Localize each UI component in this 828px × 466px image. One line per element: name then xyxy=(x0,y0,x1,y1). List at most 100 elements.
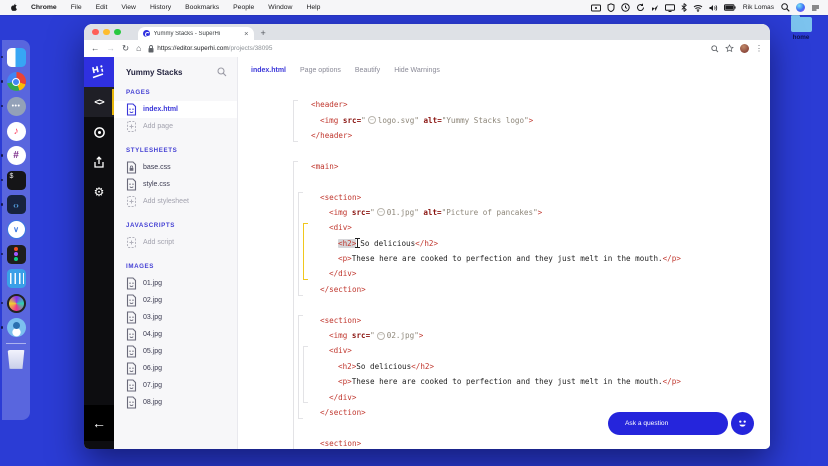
bookmark-star-icon[interactable] xyxy=(724,44,734,53)
code-line: <p> These here are cooked to perfection a… xyxy=(238,251,770,266)
search-icon[interactable] xyxy=(217,67,227,77)
traffic-lights xyxy=(84,24,128,40)
close-window-button[interactable] xyxy=(92,28,99,36)
tab-hide-warnings[interactable]: Hide Warnings xyxy=(394,67,440,74)
menu-item-bookmarks[interactable]: Bookmarks xyxy=(178,4,226,11)
profile-avatar[interactable] xyxy=(739,43,749,54)
clock-icon[interactable] xyxy=(621,3,630,12)
apple-icon[interactable] xyxy=(10,3,18,12)
dock-messages-icon[interactable]: ••• xyxy=(0,96,26,116)
dock-finder-icon[interactable] xyxy=(0,47,26,67)
running-indicator xyxy=(0,326,3,329)
file-item-base.css[interactable]: base.css xyxy=(114,159,237,176)
asset-chip-icon[interactable]: − xyxy=(376,331,385,340)
tab-title: Yummy Stacks - SuperHi xyxy=(153,30,221,37)
publish-button[interactable] xyxy=(84,147,114,177)
figma-dot xyxy=(13,256,19,261)
add-button-add-page[interactable]: Add page xyxy=(114,118,237,135)
menu-item-window[interactable]: Window xyxy=(261,4,299,11)
tab-beautify[interactable]: Beautify xyxy=(355,67,380,74)
menu-item-help[interactable]: Help xyxy=(299,4,327,11)
file-item-07.jpg[interactable]: 07.jpg xyxy=(114,377,237,394)
add-button-add-script[interactable]: Add script xyxy=(114,234,237,251)
home-icon[interactable]: ⌂ xyxy=(136,44,141,53)
back-icon[interactable]: ← xyxy=(91,44,100,53)
asset-chip-name: 01.jpg xyxy=(386,207,415,217)
code-segment: These here are cooked to perfection and … xyxy=(351,377,663,387)
code-view-button[interactable]: <> xyxy=(84,87,114,117)
minimize-window-button[interactable] xyxy=(103,28,110,36)
browser-tab[interactable]: Yummy Stacks - SuperHi × xyxy=(137,27,254,40)
reload-icon[interactable]: ↻ xyxy=(122,44,129,53)
notification-center-icon[interactable] xyxy=(811,4,820,12)
add-file-icon xyxy=(126,120,137,133)
forward-icon[interactable]: → xyxy=(107,44,116,53)
doc-file-icon xyxy=(126,178,137,191)
ask-question-button[interactable]: Ask a question xyxy=(608,412,728,435)
sync-icon[interactable] xyxy=(636,3,645,12)
dock-vscode-icon[interactable]: ‹› xyxy=(0,195,26,215)
screen-mirror-icon[interactable] xyxy=(590,4,601,12)
spotlight-icon[interactable] xyxy=(781,3,790,12)
file-item-style.css[interactable]: style.css xyxy=(114,176,237,193)
dock-intercom-icon[interactable] xyxy=(6,269,26,289)
wifi-icon[interactable] xyxy=(693,4,703,12)
zoom-window-button[interactable] xyxy=(114,28,121,36)
tab-index.html[interactable]: index.html xyxy=(251,67,286,74)
settings-button[interactable]: ⚙ xyxy=(84,177,114,207)
asset-chip-name: logo.svg xyxy=(377,115,415,125)
back-to-dashboard-button[interactable]: ← xyxy=(84,405,114,441)
dock-terminal-icon[interactable]: $ xyxy=(0,170,26,190)
dock-music-icon[interactable]: ♪ xyxy=(6,121,26,141)
address-bar[interactable]: https://editor.superhi.com/projects/3809… xyxy=(148,44,703,53)
menu-bar-right: Rik Lomas xyxy=(590,3,828,12)
location-icon[interactable] xyxy=(651,4,659,12)
asset-chip-icon[interactable]: − xyxy=(376,208,385,217)
dock-trash-icon[interactable] xyxy=(7,349,26,369)
new-tab-button[interactable]: + xyxy=(261,29,266,38)
browser-menu-icon[interactable]: ⋮ xyxy=(755,44,763,53)
file-item-04.jpg[interactable]: 04.jpg xyxy=(114,326,237,343)
code-segment: <header> xyxy=(311,100,348,110)
dock-screenflow-icon[interactable] xyxy=(0,293,26,313)
code-segment: "Yummy Stacks logo" xyxy=(441,115,529,125)
menu-item-chrome[interactable]: Chrome xyxy=(24,4,64,11)
superhi-logo[interactable] xyxy=(84,57,114,87)
browser-window: Yummy Stacks - SuperHi × + ← → ↻ ⌂ https… xyxy=(84,24,770,449)
file-item-08.jpg[interactable]: 08.jpg xyxy=(114,394,237,411)
shield-icon[interactable] xyxy=(607,3,615,12)
dock-figma-icon[interactable] xyxy=(0,244,26,264)
file-item-03.jpg[interactable]: 03.jpg xyxy=(114,309,237,326)
battery-icon[interactable] xyxy=(723,4,736,11)
chat-smiley-button[interactable] xyxy=(731,412,754,435)
file-item-06.jpg[interactable]: 06.jpg xyxy=(114,360,237,377)
bluetooth-icon[interactable] xyxy=(681,3,687,12)
menu-item-edit[interactable]: Edit xyxy=(89,4,115,11)
asset-chip-icon[interactable]: − xyxy=(367,116,376,125)
file-item-01.jpg[interactable]: 01.jpg xyxy=(114,275,237,292)
file-item-05.jpg[interactable]: 05.jpg xyxy=(114,343,237,360)
menu-item-people[interactable]: People xyxy=(226,4,261,11)
dock-chrome-icon[interactable] xyxy=(0,72,26,92)
file-item-02.jpg[interactable]: 02.jpg xyxy=(114,292,237,309)
volume-icon[interactable] xyxy=(709,4,718,12)
menu-item-history[interactable]: History xyxy=(143,4,178,11)
tab-page-options[interactable]: Page options xyxy=(300,67,341,74)
home-folder[interactable]: home xyxy=(788,15,814,41)
doc-file-icon xyxy=(126,396,137,409)
code-segment: These here are cooked to perfection and … xyxy=(351,254,663,264)
code-editor[interactable]: <header> <img src= " − logo.svg " alt= "Yummy … xyxy=(238,97,770,449)
display-icon[interactable] xyxy=(664,3,675,12)
add-button-add-stylesheet[interactable]: Add stylesheet xyxy=(114,193,237,210)
zoom-icon[interactable] xyxy=(710,44,719,53)
menu-item-view[interactable]: View xyxy=(114,4,143,11)
menu-bar-username[interactable]: Rik Lomas xyxy=(743,4,774,11)
siri-icon[interactable] xyxy=(796,3,805,12)
dock-twitterrific-icon[interactable] xyxy=(0,318,26,338)
preview-button[interactable] xyxy=(84,117,114,147)
dock-slack-icon[interactable]: # xyxy=(0,146,26,166)
tab-close-icon[interactable]: × xyxy=(244,30,248,38)
menu-item-file[interactable]: File xyxy=(64,4,89,11)
dock-mail-icon[interactable]: ∨ xyxy=(6,219,26,239)
file-item-index.html[interactable]: index.html xyxy=(114,101,237,118)
